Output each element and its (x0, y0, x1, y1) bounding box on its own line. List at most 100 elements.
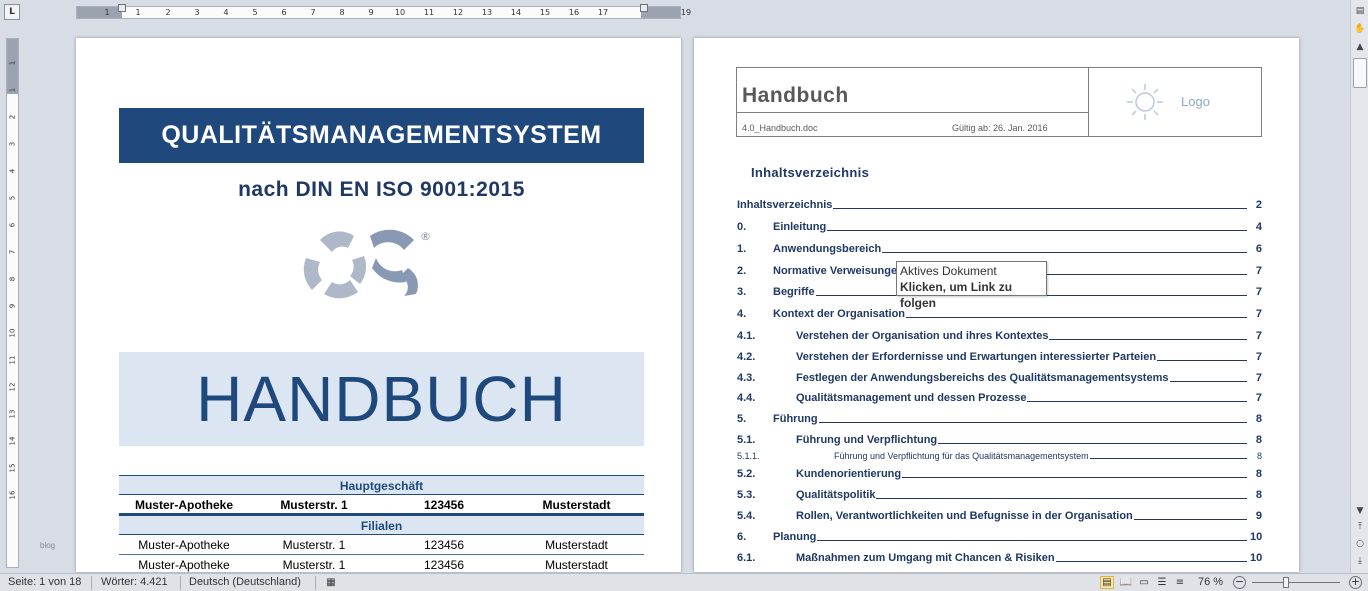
draft-icon[interactable]: ≡ (1173, 576, 1187, 589)
toc-entry[interactable]: 4.3. Festlegen der Anwendungsbereichs des… (737, 370, 1262, 384)
toc-number: 4.3. (737, 372, 756, 384)
toc-leader (1089, 458, 1247, 459)
toc-text: Begriffe (773, 286, 815, 298)
file-name: 4.0_Handbuch.doc (742, 123, 818, 133)
toc-page: 6 (1255, 243, 1262, 255)
zoom-slider-thumb[interactable] (1283, 577, 1289, 588)
zoom-level[interactable]: 76 % (1198, 576, 1223, 589)
toc-entry[interactable]: 5.1.1. Führung und Verpflichtung für das … (737, 447, 1262, 461)
zoom-in-icon[interactable]: + (1349, 576, 1362, 589)
ruler-tick: 1 (8, 60, 17, 66)
toc-entry[interactable]: 4.4. Qualitätsmanagement und dessen Proze… (737, 390, 1262, 404)
table-cell: Musterstadt (542, 498, 611, 512)
branch-header: Filialen (119, 515, 644, 535)
ruler-tick: 14 (8, 436, 17, 446)
hand-icon[interactable]: ✋ (1353, 22, 1367, 36)
right-indent-marker[interactable] (640, 4, 648, 12)
ruler-tick: 6 (8, 222, 17, 228)
tab-selector-button[interactable]: L (4, 4, 20, 20)
ruler-tick: 14 (510, 8, 522, 17)
ruler-tick: 13 (8, 409, 17, 419)
full-screen-reading-icon[interactable]: 📖 (1119, 576, 1133, 589)
toc-entry[interactable]: 5.2. Kundenorientierung 8 (737, 466, 1262, 480)
toc-text: Planung (773, 531, 817, 543)
previous-page-icon[interactable]: ⤒ (1353, 520, 1367, 534)
ruler-margin-left (77, 7, 122, 18)
toc-page: 7 (1255, 286, 1262, 298)
ruler-toggle-icon[interactable]: ▤ (1353, 4, 1367, 18)
toc-text: Rollen, Verantwortlichkeiten und Befugni… (796, 510, 1133, 522)
zoom-out-icon[interactable]: − (1233, 576, 1246, 589)
toc-entry[interactable]: 0. Einleitung 4 (737, 219, 1262, 233)
toc-leader (818, 422, 1247, 423)
toc-text: Kontext der Organisation (773, 308, 906, 320)
qms-banner: QUALITÄTSMANAGEMENTSYSTEM (119, 108, 644, 163)
table-cell: Musterstr. 1 (282, 558, 346, 572)
toc-entry[interactable]: 5.3. Qualitätspolitik 8 (737, 487, 1262, 501)
toc-entry[interactable]: 5. Führung 8 (737, 411, 1262, 425)
toc-entry[interactable]: Inhaltsverzeichnis 2 (737, 197, 1262, 211)
macro-record-icon[interactable]: ▦ (324, 576, 338, 589)
word-count[interactable]: Wörter: 4.421 (101, 576, 168, 589)
ruler-tick: 10 (8, 328, 17, 338)
toc-page: 7 (1255, 372, 1262, 384)
outline-icon[interactable]: ☰ (1155, 576, 1169, 589)
web-layout-icon[interactable]: ▭ (1137, 576, 1151, 589)
table-cell: Musterstr. 1 (280, 498, 348, 512)
link-tooltip: Aktives Dokument Klicken, um Link zu fol… (896, 261, 1047, 310)
main-header: Hauptgeschäft (119, 475, 644, 495)
toc-leader (1157, 360, 1247, 361)
vertical-scrollbar[interactable]: ▤ ✋ ▲ ▼ ⤒ ○ ⤓ (1350, 0, 1368, 573)
toc-entry[interactable]: 4.1. Verstehen der Organisation und ihres… (737, 328, 1262, 342)
toc-leader (1133, 519, 1247, 520)
toc-entry[interactable]: 1. Anwendungsbereich 6 (737, 241, 1262, 255)
vertical-ruler[interactable]: 1 1 2 3 4 5 6 7 8 9 10 11 12 13 14 15 16 (6, 38, 19, 568)
toc-page: 7 (1255, 308, 1262, 320)
registered-mark: ® (420, 230, 431, 243)
browse-object-icon[interactable]: ○ (1353, 537, 1367, 551)
toc-entry[interactable]: 4.2. Verstehen der Erfordernisse und Erwa… (737, 349, 1262, 363)
toc-page: 2 (1255, 199, 1262, 211)
page-count[interactable]: Seite: 1 von 18 (8, 576, 81, 589)
toc-number: 4.4. (737, 392, 756, 404)
toc-text: Maßnahmen zum Umgang mit Chancen & Risik… (796, 552, 1055, 564)
toc-leader (902, 477, 1247, 478)
table-cell: Muster-Apotheke (134, 498, 233, 512)
ruler-tick: 4 (223, 8, 229, 17)
toc-text: Festlegen der Anwendungsbereichs des Qua… (796, 372, 1169, 384)
ruler-tick: 1 (8, 87, 17, 93)
language[interactable]: Deutsch (Deutschland) (189, 576, 301, 589)
toc-number: 1. (737, 243, 747, 255)
print-layout-icon[interactable]: ▤ (1100, 576, 1114, 589)
toc-number: 0. (737, 221, 747, 233)
ruler-tick: 19 (680, 8, 692, 17)
ruler-tick: 6 (281, 8, 287, 17)
ruler-tick: 10 (394, 8, 406, 17)
toc-entry[interactable]: 5.1. Führung und Verpflichtung 8 (737, 432, 1262, 446)
document-header: Handbuch 4.0_Handbuch.doc Gültig ab: 26.… (736, 67, 1262, 137)
toc-leader (882, 252, 1247, 253)
toc-entry[interactable]: 6.1. Maßnahmen zum Umgang mit Chancen & R… (737, 550, 1262, 564)
scroll-thumb[interactable] (1353, 58, 1367, 88)
indent-marker[interactable] (118, 4, 126, 12)
toc-entry[interactable]: 6. Planung 10 (737, 529, 1262, 543)
page-cover[interactable]: QUALITÄTSMANAGEMENTSYSTEM nach DIN EN IS… (76, 38, 681, 572)
ruler-tick: 4 (8, 168, 17, 174)
toc-text: Verstehen der Organisation und ihres Kon… (796, 330, 1049, 342)
scroll-down-icon[interactable]: ▼ (1353, 504, 1367, 518)
toc-page: 7 (1255, 351, 1262, 363)
toc-leader (1169, 381, 1247, 382)
next-page-icon[interactable]: ⤓ (1353, 554, 1367, 568)
toc-entry[interactable]: 5.4. Rollen, Verantwortlichkeiten und Bef… (737, 508, 1262, 522)
scroll-up-icon[interactable]: ▲ (1353, 40, 1367, 54)
horizontal-ruler[interactable]: 1 1 2 3 4 5 6 7 8 9 10 11 12 13 14 15 16 17 19 (76, 4, 691, 19)
ruler-tick: 11 (423, 8, 435, 17)
toc-leader (1027, 401, 1247, 402)
toc-page: 7 (1255, 265, 1262, 277)
toc-number: 5.3. (737, 489, 756, 501)
toc-text: Kundenorientierung (796, 468, 902, 480)
toc-page: 10 (1250, 531, 1263, 543)
zoom-slider-track[interactable] (1252, 582, 1340, 583)
ruler-tick: 2 (8, 114, 17, 120)
toc-text: Führung und Verpflichtung für das Qualit… (834, 451, 1089, 461)
